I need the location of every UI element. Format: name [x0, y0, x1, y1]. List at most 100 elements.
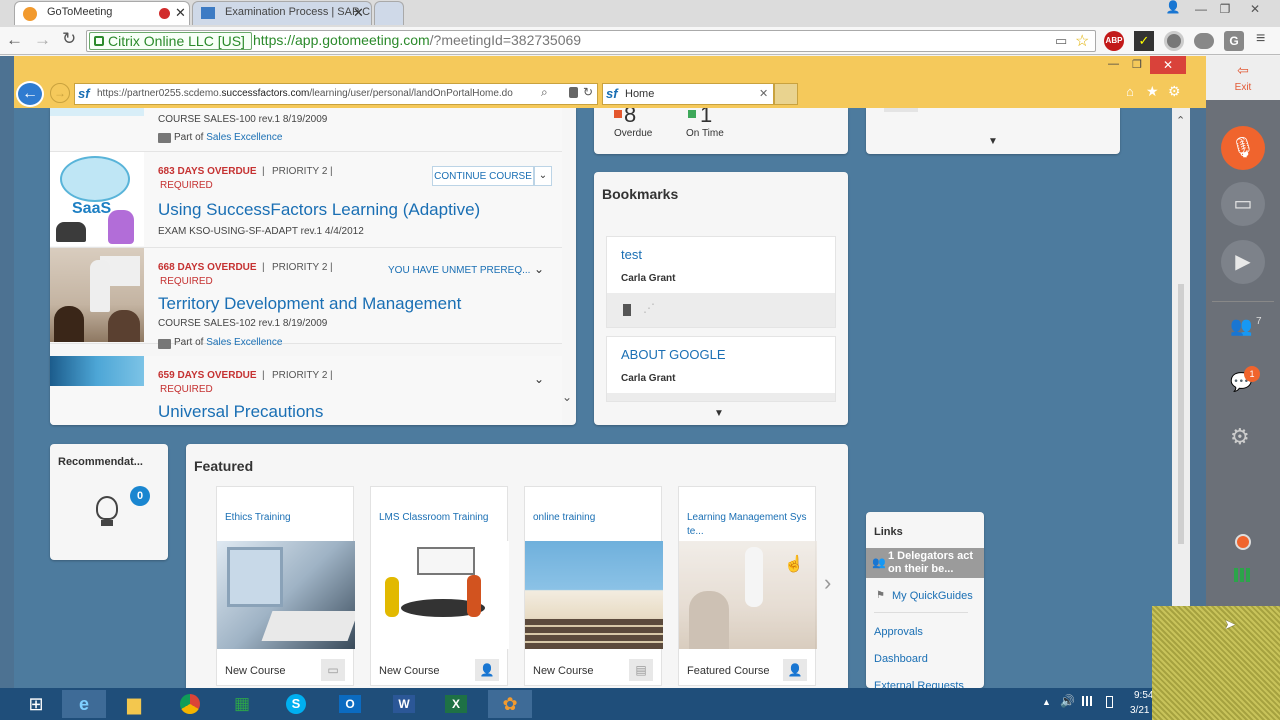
microphone-muted-icon[interactable]: 🎙 — [1221, 126, 1265, 170]
forward-icon[interactable]: → — [34, 30, 51, 50]
new-tab-button[interactable] — [374, 1, 404, 25]
ie-settings-icon[interactable]: ⚙ — [1168, 83, 1181, 100]
curriculum-link[interactable]: Sales Excellence — [206, 337, 282, 348]
continue-course-button[interactable]: CONTINUE COURSE — [432, 166, 534, 186]
lightbulb-icon[interactable] — [96, 496, 118, 520]
chrome-menu-icon[interactable]: ≡ — [1256, 30, 1265, 48]
part-of: Part of Sales Excellence — [174, 132, 283, 143]
clock-time[interactable]: 9:54 — [1134, 690, 1153, 701]
bookmark-icon[interactable] — [623, 304, 631, 316]
ie-refresh-icon[interactable]: ↻ — [583, 85, 593, 99]
scroll-down-triangle-icon[interactable]: ▼ — [714, 408, 724, 419]
minimize-icon[interactable]: — — [1188, 0, 1214, 20]
restore-icon[interactable]: ❐ — [1212, 0, 1238, 20]
ie-forward-icon[interactable]: → — [50, 83, 70, 103]
ie-home-icon[interactable]: ⌂ — [1126, 84, 1134, 99]
clock-date[interactable]: 3/21 — [1130, 705, 1149, 716]
chevron-down-icon[interactable]: ⌄ — [534, 372, 544, 386]
gotomeeting-taskbar-icon[interactable]: ✿ — [488, 690, 532, 718]
featured-item-title[interactable]: LMS Classroom Training — [379, 511, 503, 525]
featured-item-title[interactable]: Learning Management Sys te... — [687, 511, 811, 539]
word-icon[interactable]: W — [382, 690, 426, 718]
divider — [1212, 301, 1274, 302]
tab-examination-process[interactable]: Examination Process | SAP C ✕ — [192, 1, 372, 25]
link-external-requests[interactable]: External Requests — [874, 680, 964, 688]
close-tab-icon[interactable]: ✕ — [353, 5, 364, 21]
ie-url-field[interactable]: sf https://partner0255.scdemo.successfac… — [74, 83, 598, 105]
show-hidden-icons[interactable]: ▲ — [1042, 697, 1051, 707]
user-icon[interactable]: 👤 — [1162, 0, 1184, 18]
skype-icon[interactable]: S — [274, 690, 318, 718]
featured-item-title[interactable]: online training — [533, 511, 657, 525]
scroll-thumb[interactable] — [1178, 284, 1184, 544]
ie-vertical-scrollbar[interactable]: ⌃ — [1172, 108, 1190, 688]
expand-triangle-icon[interactable]: ▼ — [988, 136, 998, 147]
bookmark-title[interactable]: test — [621, 247, 642, 262]
ie-restore-icon[interactable]: ❐ — [1132, 58, 1142, 71]
ie-back-icon[interactable]: ← — [16, 81, 44, 107]
course-title[interactable]: Universal Precautions — [158, 402, 323, 422]
delegators-dropdown[interactable]: 👥 1 Delegators act on their be... — [866, 548, 984, 578]
close-tab-icon[interactable]: ✕ — [175, 5, 186, 21]
chevron-down-icon[interactable]: ⌄ — [534, 262, 544, 276]
excel-sheet-icon[interactable]: ▦ — [220, 690, 264, 718]
settings-gear-icon[interactable]: ⚙ — [1230, 424, 1250, 450]
exit-button[interactable]: ⇦ Exit — [1206, 56, 1280, 100]
ev-security-badge[interactable]: Citrix Online LLC [US] — [89, 32, 252, 50]
link-dashboard[interactable]: Dashboard — [874, 653, 928, 665]
adblock-icon[interactable]: ABP — [1104, 31, 1124, 51]
chrome-icon[interactable] — [168, 690, 212, 718]
next-arrow-icon[interactable]: › — [824, 570, 831, 596]
curriculum-link[interactable]: Sales Excellence — [206, 132, 282, 143]
back-icon[interactable]: ← — [6, 30, 23, 50]
windows-start-icon[interactable]: ⊞ — [14, 690, 58, 718]
featured-item[interactable]: Ethics Training New Course ▭ — [216, 486, 355, 686]
attendees-icon[interactable]: 👥 — [1230, 316, 1252, 337]
webcam-icon[interactable]: ▶ — [1221, 240, 1265, 284]
bookmark-item[interactable]: ABOUT GOOGLE Carla Grant — [606, 336, 836, 402]
scroll-up-icon[interactable]: ⌃ — [1176, 114, 1185, 127]
unmet-prereq-link[interactable]: YOU HAVE UNMET PREREQ... — [388, 265, 530, 276]
ie-close-icon[interactable]: ✕ — [1150, 56, 1186, 74]
ie-new-tab[interactable] — [774, 83, 798, 105]
bookmark-item[interactable]: test Carla Grant ⋰ — [606, 236, 836, 328]
battery-icon[interactable] — [1106, 696, 1113, 708]
page-action-icon[interactable]: ▭ — [1055, 33, 1067, 49]
my-learning-card: COURSE SALES-100 rev.1 8/19/2009 Part of… — [50, 108, 576, 425]
chevron-down-icon[interactable]: ⌄ — [534, 166, 552, 186]
file-explorer-icon[interactable]: ▆ — [112, 690, 156, 718]
ie-minimize-icon[interactable]: — — [1108, 58, 1119, 70]
grammarly-extension-icon[interactable]: G — [1224, 31, 1244, 51]
ie-search-icon[interactable]: ⌕ — [541, 85, 548, 100]
bookmark-star-icon[interactable]: ☆ — [1075, 31, 1089, 51]
excel-icon[interactable]: X — [434, 690, 478, 718]
featured-item-title[interactable]: Ethics Training — [225, 511, 349, 525]
tab-gotomeeting[interactable]: GoToMeeting ✕ — [14, 1, 190, 25]
link-my-quickguides[interactable]: My QuickGuides — [892, 590, 973, 602]
network-icon[interactable] — [1082, 696, 1094, 706]
bookmark-title[interactable]: ABOUT GOOGLE — [621, 347, 726, 362]
internet-explorer-icon[interactable]: e — [62, 690, 106, 718]
cloud-extension-icon[interactable] — [1194, 33, 1214, 49]
course-title[interactable]: Territory Development and Management — [158, 294, 461, 314]
link-approvals[interactable]: Approvals — [874, 626, 923, 638]
circle-extension-icon[interactable] — [1164, 31, 1184, 51]
ie-favorites-icon[interactable]: ★ — [1146, 83, 1159, 100]
share-icon[interactable]: ⋰ — [643, 301, 655, 315]
ie-tab-home[interactable]: sf Home ✕ — [602, 83, 774, 105]
course-title[interactable]: Using SuccessFactors Learning (Adaptive) — [158, 200, 480, 220]
skype-logo: S — [286, 694, 306, 714]
check-extension-icon[interactable]: ✓ — [1134, 31, 1154, 51]
featured-item[interactable]: Learning Management Sys te... Featured C… — [678, 486, 817, 686]
address-bar[interactable]: Citrix Online LLC [US] https://app.gotom… — [86, 30, 1096, 52]
close-window-icon[interactable]: ✕ — [1242, 0, 1268, 20]
chat-badge: 1 — [1244, 366, 1260, 382]
ie-tab-close-icon[interactable]: ✕ — [759, 87, 768, 100]
screen-share-icon[interactable]: ▭ — [1221, 182, 1265, 226]
featured-item[interactable]: online training New Course ▤ — [524, 486, 663, 686]
reload-icon[interactable]: ↻ — [62, 29, 76, 49]
volume-icon[interactable]: 🔊 — [1060, 694, 1075, 708]
featured-item[interactable]: LMS Classroom Training New Course 👤 — [370, 486, 509, 686]
outlook-icon[interactable]: O — [328, 690, 372, 718]
scroll-down-chevron-icon[interactable]: ⌄ — [562, 390, 572, 404]
